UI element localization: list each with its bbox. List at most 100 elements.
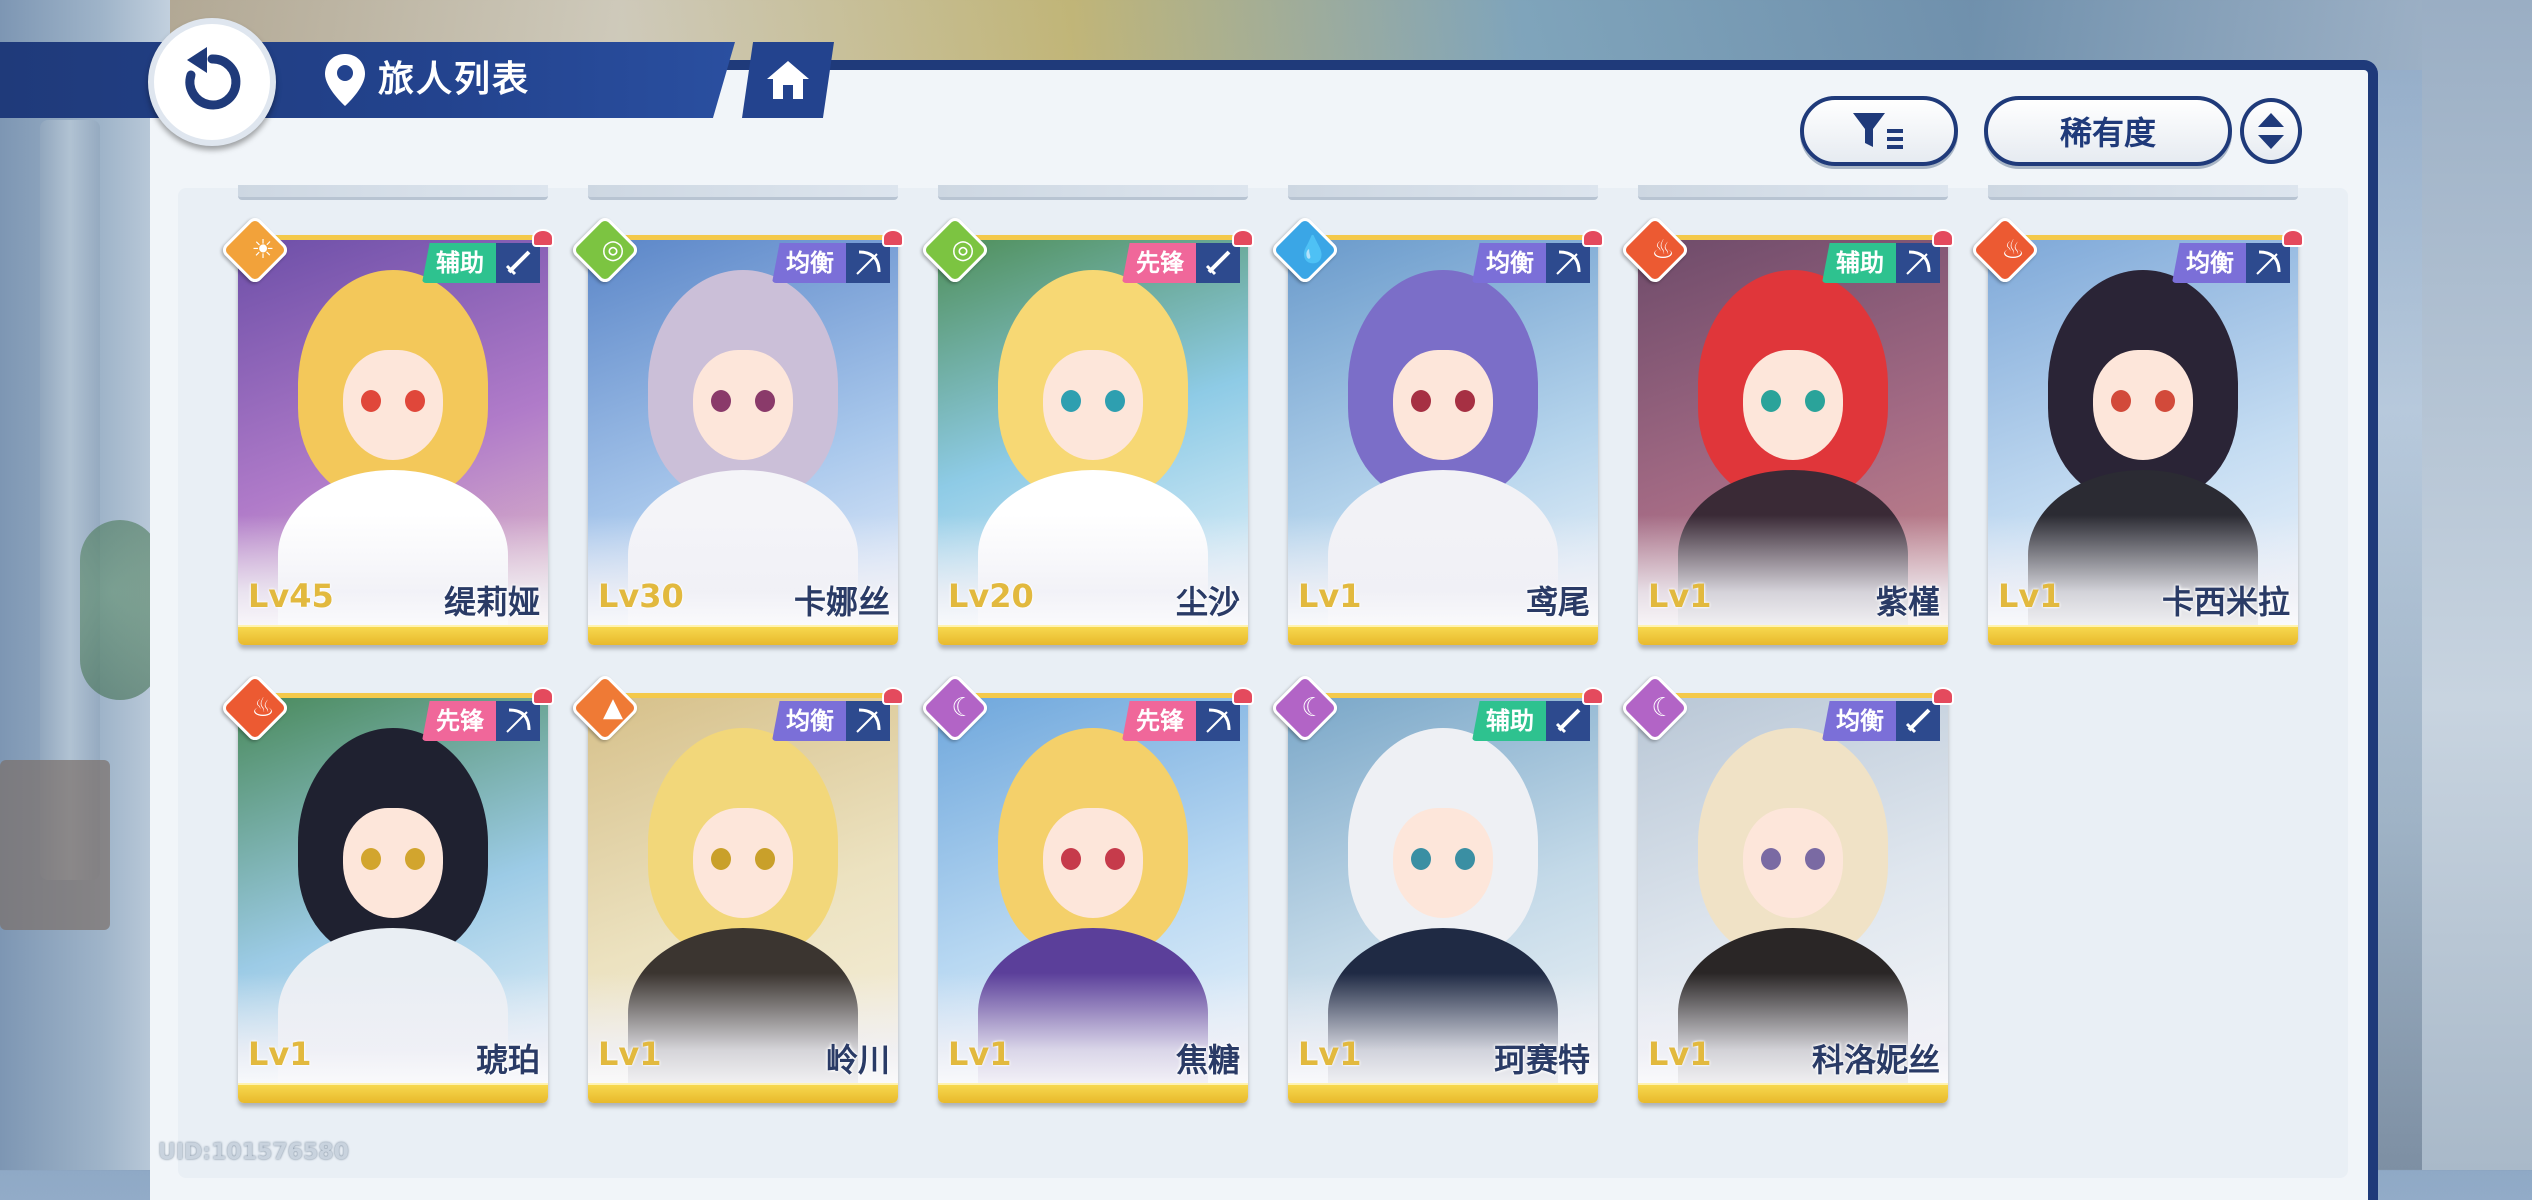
bow-weapon-icon <box>2246 243 2290 283</box>
character-portrait <box>588 235 898 625</box>
notification-icon <box>532 229 554 247</box>
character-name: 卡西米拉 <box>2161 583 2290 621</box>
role-tag: 先锋 <box>422 701 498 741</box>
character-level: Lv20 <box>948 577 1034 615</box>
character-card[interactable]: Lv20 尘沙 ◎ 先锋 <box>919 214 1254 645</box>
character-level: Lv1 <box>1998 577 2062 615</box>
sort-order-icon <box>2258 113 2284 149</box>
rarity-bar <box>938 625 1248 645</box>
home-icon <box>767 61 809 99</box>
notification-icon <box>1232 229 1254 247</box>
role-tag: 辅助 <box>1472 701 1548 741</box>
rarity-bar <box>588 625 898 645</box>
uid-label: UID:101576580 <box>158 1140 349 1165</box>
bow-weapon-icon <box>846 701 890 741</box>
character-level: Lv1 <box>598 1035 662 1073</box>
character-level: Lv1 <box>1298 1035 1362 1073</box>
character-card[interactable]: Lv1 紫槿 ♨ 辅助 <box>1619 214 1954 645</box>
character-name: 琥珀 <box>475 1041 540 1079</box>
background-right <box>2422 0 2532 1170</box>
sword-weapon-icon <box>496 243 540 283</box>
notification-icon <box>532 687 554 705</box>
character-card[interactable]: Lv1 珂赛特 ☾ 辅助 <box>1269 672 1604 1103</box>
fire-element-icon: ♨ <box>2001 235 2025 265</box>
character-card[interactable]: Lv1 鸢尾 💧 均衡 <box>1269 214 1604 645</box>
character-card[interactable]: Lv1 科洛妮丝 ☾ 均衡 <box>1619 672 1954 1103</box>
rarity-bar <box>1288 1083 1598 1103</box>
card-stub <box>938 185 1248 200</box>
home-button[interactable] <box>742 42 834 118</box>
sword-weapon-icon <box>1896 701 1940 741</box>
fire-element-icon: ♨ <box>1651 235 1675 265</box>
sort-by-rarity-button[interactable]: 稀有度 <box>1984 96 2232 166</box>
character-level: Lv1 <box>1298 577 1362 615</box>
character-portrait <box>1988 235 2298 625</box>
character-portrait <box>238 235 548 625</box>
sort-order-toggle[interactable] <box>2240 98 2302 164</box>
character-portrait <box>1638 693 1948 1083</box>
back-button[interactable] <box>148 18 276 146</box>
card-stub <box>1288 185 1598 200</box>
bow-weapon-icon <box>1896 243 1940 283</box>
character-level: Lv1 <box>948 1035 1012 1073</box>
rarity-bar <box>588 1083 898 1103</box>
water-element-icon: 💧 <box>1296 235 1330 265</box>
character-name: 珂赛特 <box>1493 1041 1590 1079</box>
role-tag: 先锋 <box>1122 701 1198 741</box>
character-card[interactable]: Lv1 焦糖 ☾ 先锋 <box>919 672 1254 1103</box>
filter-icon <box>1853 113 1903 149</box>
bow-weapon-icon <box>496 701 540 741</box>
character-portrait <box>238 693 548 1083</box>
sort-label: 稀有度 <box>2059 114 2156 152</box>
fire-element-icon: ♨ <box>251 693 275 723</box>
notification-icon <box>1582 687 1604 705</box>
character-name: 卡娜丝 <box>793 583 890 621</box>
notification-icon <box>1232 687 1254 705</box>
bow-weapon-icon <box>846 243 890 283</box>
role-tag: 辅助 <box>1822 243 1898 283</box>
character-portrait <box>938 693 1248 1083</box>
page-title: 旅人列表 <box>378 59 531 100</box>
card-stub <box>588 185 898 200</box>
sword-weapon-icon <box>1196 243 1240 283</box>
moon-element-icon: ☾ <box>951 693 975 723</box>
notification-icon <box>882 687 904 705</box>
notification-icon <box>1932 229 1954 247</box>
back-arrow-icon <box>185 47 241 110</box>
notification-icon <box>1932 687 1954 705</box>
earth-element-icon: ▲ <box>603 693 623 723</box>
notification-icon <box>882 229 904 247</box>
character-portrait <box>1288 693 1598 1083</box>
character-card[interactable]: Lv1 琥珀 ♨ 先锋 <box>219 672 554 1103</box>
character-card[interactable]: Lv30 卡娜丝 ◎ 均衡 <box>569 214 904 645</box>
moon-element-icon: ☾ <box>1651 693 1675 723</box>
character-name: 科洛妮丝 <box>1811 1041 1940 1079</box>
character-card[interactable]: Lv1 岭川 ▲ 均衡 <box>569 672 904 1103</box>
role-tag: 均衡 <box>1472 243 1548 283</box>
character-name: 岭川 <box>825 1041 890 1079</box>
notification-icon <box>2282 229 2304 247</box>
rarity-bar <box>238 1083 548 1103</box>
notification-icon <box>1582 229 1604 247</box>
character-card[interactable]: Lv45 缇莉娅 ☀ 辅助 <box>219 214 554 645</box>
wind-element-icon: ◎ <box>951 235 975 265</box>
background-furniture <box>0 760 110 930</box>
rarity-bar <box>1638 1083 1948 1103</box>
background-plant <box>80 520 160 700</box>
character-name: 尘沙 <box>1175 583 1240 621</box>
character-portrait <box>1288 235 1598 625</box>
character-level: Lv1 <box>248 1035 312 1073</box>
rarity-bar <box>1638 625 1948 645</box>
rarity-bar <box>238 625 548 645</box>
character-level: Lv45 <box>248 577 334 615</box>
character-name: 缇莉娅 <box>443 583 540 621</box>
character-card[interactable]: Lv1 卡西米拉 ♨ 均衡 <box>1969 214 2304 645</box>
filter-button[interactable] <box>1800 96 1958 166</box>
sword-weapon-icon <box>1546 701 1590 741</box>
rarity-bar <box>1288 625 1598 645</box>
bow-weapon-icon <box>1546 243 1590 283</box>
role-tag: 先锋 <box>1122 243 1198 283</box>
character-level: Lv1 <box>1648 1035 1712 1073</box>
rarity-bar <box>1988 625 2298 645</box>
rarity-bar <box>938 1083 1248 1103</box>
